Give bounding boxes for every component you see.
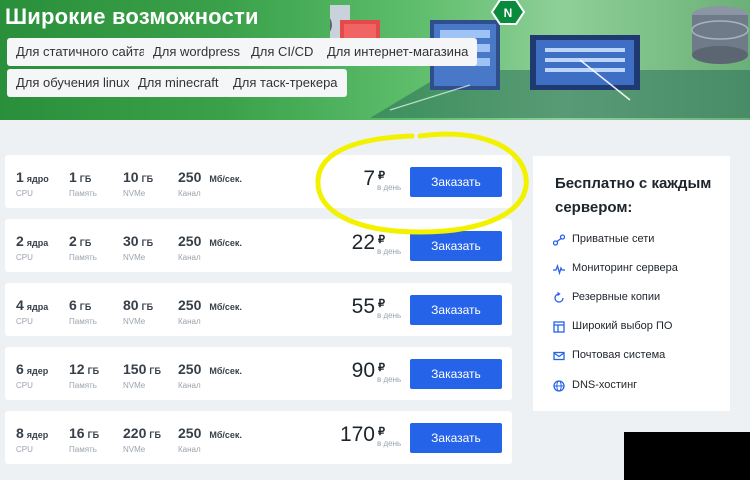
price-value: 170 [339, 423, 375, 446]
feature-monitoring: Мониторинг сервера [553, 259, 678, 277]
plan-row: 1 ядро CPU 1 ГБ Память 10 ГБ NVMe 250 Мб/сек… [5, 155, 512, 208]
disk-spec: 10 ГБ NVMe [123, 169, 154, 198]
currency-sign: ₽ [378, 170, 385, 182]
tag-task-tracker[interactable]: Для таск-трекера [224, 69, 347, 97]
features-title: Бесплатно с каждым сервером: [555, 175, 712, 216]
globe-icon [553, 379, 565, 392]
ram-spec: 12 ГБ Память [69, 361, 100, 390]
mail-icon [553, 349, 565, 361]
feature-backups: Резервные копии [553, 288, 660, 306]
free-features-panel: Бесплатно с каждым сервером: Приватные с… [533, 156, 730, 411]
ram-spec: 1 ГБ Память [69, 169, 97, 198]
per-day-label: в день [377, 183, 402, 192]
channel-spec: 250 Мб/сек. Канал [178, 361, 242, 390]
disk-spec: 150 ГБ NVMe [123, 361, 161, 390]
order-button[interactable]: Заказать [410, 295, 502, 325]
cpu-spec: 4 ядра CPU [16, 297, 49, 326]
channel-spec: 250 Мб/сек. Канал [178, 233, 242, 262]
tag-online-store[interactable]: Для интернет-магазина [318, 38, 478, 66]
currency-sign: ₽ [378, 298, 385, 310]
price-value: 7 [363, 167, 375, 190]
black-overlay-block [624, 432, 750, 480]
ram-spec: 6 ГБ Память [69, 297, 97, 326]
feature-mail: Почтовая система [553, 346, 665, 364]
per-day-label: в день [377, 311, 402, 320]
hero-banner: N Широкие возможности Для статичного сай… [0, 0, 750, 120]
ram-spec: 16 ГБ Память [69, 425, 100, 454]
price-value: 90 [351, 359, 375, 382]
channel-spec: 250 Мб/сек. Канал [178, 297, 242, 326]
feature-software: Широкий выбор ПО [553, 317, 672, 335]
pulse-icon [553, 262, 565, 276]
order-button[interactable]: Заказать [410, 359, 502, 389]
currency-sign: ₽ [378, 234, 385, 246]
disk-spec: 80 ГБ NVMe [123, 297, 154, 326]
tag-static-site[interactable]: Для статичного сайта [7, 38, 156, 66]
feature-dns: DNS-хостинг [553, 376, 637, 394]
price-value: 22 [351, 231, 375, 254]
per-day-label: в день [377, 439, 402, 448]
backup-icon [553, 291, 565, 303]
order-button[interactable]: Заказать [410, 231, 502, 261]
hero-title: Широкие возможности [5, 4, 259, 29]
plan-row: 8 ядер CPU 16 ГБ Память 220 ГБ NVMe 250 Мб/с… [5, 411, 512, 464]
tag-linux-learning[interactable]: Для обучения linux [7, 69, 139, 97]
per-day-label: в день [377, 375, 402, 384]
channel-spec: 250 Мб/сек. Канал [178, 169, 242, 198]
tag-minecraft[interactable]: Для minecraft [129, 69, 228, 97]
cpu-spec: 2 ядра CPU [16, 233, 49, 262]
tag-wordpress[interactable]: Для wordpress [144, 38, 250, 66]
cpu-spec: 6 ядер CPU [16, 361, 49, 390]
disk-spec: 30 ГБ NVMe [123, 233, 154, 262]
plan-row: 4 ядра CPU 6 ГБ Память 80 ГБ NVMe 250 Мб/сек… [5, 283, 512, 336]
ram-spec: 2 ГБ Память [69, 233, 97, 262]
order-button[interactable]: Заказать [410, 167, 502, 197]
currency-sign: ₽ [378, 362, 385, 374]
plan-row: 6 ядер CPU 12 ГБ Память 150 ГБ NVMe 250 Мб/с… [5, 347, 512, 400]
channel-spec: 250 Мб/сек. Канал [178, 425, 242, 454]
network-icon [552, 233, 566, 246]
software-icon [553, 320, 565, 333]
cpu-spec: 8 ядер CPU [16, 425, 49, 454]
per-day-label: в день [377, 247, 402, 256]
disk-spec: 220 ГБ NVMe [123, 425, 161, 454]
order-button[interactable]: Заказать [410, 423, 502, 453]
currency-sign: ₽ [378, 426, 385, 438]
cpu-spec: 1 ядро CPU [16, 169, 49, 198]
plan-row: 2 ядра CPU 2 ГБ Память 30 ГБ NVMe 250 Мб/сек… [5, 219, 512, 272]
price-value: 55 [351, 295, 375, 318]
svg-text:N: N [504, 6, 513, 20]
feature-private-networks: Приватные сети [552, 230, 654, 248]
tag-ci-cd[interactable]: Для CI/CD [242, 38, 323, 66]
